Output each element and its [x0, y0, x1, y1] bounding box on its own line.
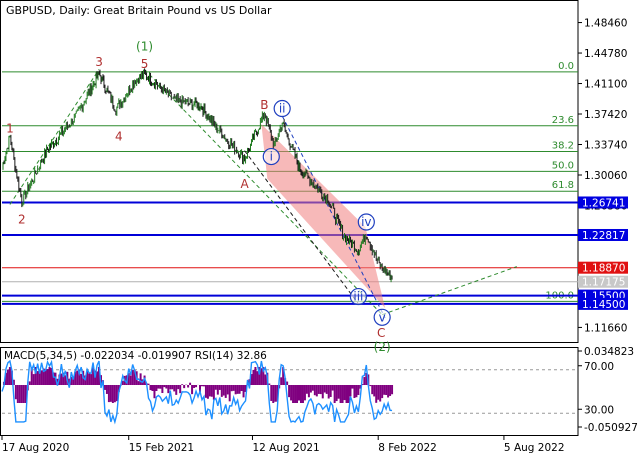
price-tick-label: 1.48460	[584, 18, 627, 30]
fib-level-label: 38.2	[552, 140, 574, 151]
indicator-tick-label: -0.050927	[584, 422, 638, 434]
indicator-panel[interactable]: MACD(5,34,5) -0.022034 -0.019907 RSI(14)…	[1, 350, 578, 425]
price-tick-label: 1.44780	[584, 48, 627, 60]
price-tag-label: 1.14500	[582, 299, 625, 311]
price-tag-label: 1.18870	[582, 263, 625, 275]
fib-level-label: 61.8	[552, 180, 574, 191]
price-tag-label: 1.17175	[582, 277, 625, 289]
wave-label: 2	[18, 213, 26, 227]
wave-label: A	[240, 177, 249, 191]
fib-level-label: 50.0	[552, 160, 574, 171]
price-tag-label: 1.26741	[582, 197, 625, 209]
price-tick-label: 1.37420	[584, 109, 627, 121]
wave-label: iv	[361, 215, 371, 229]
time-tick-label: 17 Aug 2020	[2, 442, 69, 454]
wave-label: 4	[115, 130, 123, 144]
price-tick-label: 1.30060	[584, 170, 627, 182]
indicator-axis: 0.034823 70.00 30.00 -0.050927	[578, 346, 638, 434]
price-tick-label: 1.11660	[584, 322, 627, 334]
price-tags: 1.267411.228171.188701.171751.155001.145…	[578, 196, 628, 311]
wave-label: 5	[141, 57, 149, 71]
chart-title: GBPUSD, Daily: Great Britain Pound vs US…	[6, 4, 272, 17]
wave-label: (1)	[136, 39, 153, 53]
projection-line	[9, 69, 100, 205]
indicator-tick-label: 30.00	[584, 404, 614, 416]
horizontal-levels	[2, 201, 578, 305]
fib-level-label: 23.6	[552, 115, 574, 126]
indicator-tick-label: 0.034823	[584, 346, 634, 358]
time-axis[interactable]: 17 Aug 2020 15 Feb 2021 12 Aug 2021 8 Feb 2…	[1, 436, 565, 454]
indicator-tick-label: 70.00	[584, 361, 614, 373]
price-tick-label: 1.33740	[584, 140, 627, 152]
wave-label: iii	[353, 290, 363, 304]
indicator-title: MACD(5,34,5) -0.022034 -0.019907 RSI(14)…	[4, 350, 267, 362]
fib-level-label: 0.0	[558, 61, 574, 72]
wave-label: B	[260, 98, 268, 112]
projection-line	[381, 266, 517, 316]
time-tick-label: 15 Feb 2021	[129, 442, 194, 454]
wave-label: v	[379, 310, 386, 324]
time-tick-label: 12 Aug 2021	[252, 442, 319, 454]
wave-label: 3	[95, 55, 103, 69]
wave-label: 1	[6, 121, 14, 135]
price-tag-label: 1.22817	[582, 230, 625, 242]
wave-label: (2)	[374, 340, 391, 354]
wave-label: i	[270, 150, 273, 164]
wave-label: ii	[279, 102, 286, 116]
time-tick-label: 8 Feb 2022	[378, 442, 437, 454]
time-tick-label: 5 Aug 2022	[504, 442, 565, 454]
price-tick-label: 1.41100	[584, 79, 627, 91]
gbpusd-daily-chart[interactable]: 0.023.638.250.061.8100.0 12345(1)AB iiiiv…	[0, 0, 640, 457]
wave-label: C	[377, 326, 385, 340]
